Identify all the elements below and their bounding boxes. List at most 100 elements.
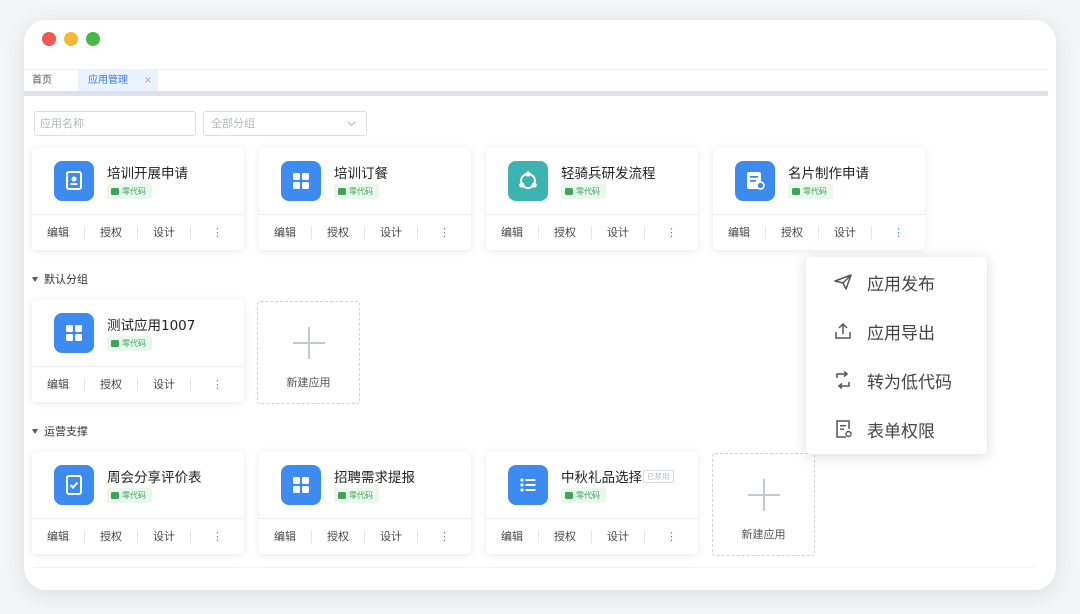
- badge-icon: [792, 187, 800, 195]
- badge-label: 零代码: [122, 491, 146, 500]
- more-menu-icon[interactable]: ⋮: [645, 530, 698, 543]
- authorize-button[interactable]: 授权: [312, 530, 365, 543]
- more-menu-icon[interactable]: ⋮: [645, 226, 698, 239]
- list-icon: [508, 465, 548, 505]
- more-menu-icon[interactable]: ⋮: [418, 530, 471, 543]
- edit-button[interactable]: 编辑: [486, 530, 539, 543]
- app-card[interactable]: 招聘需求提报 零代码 编辑 授权 设计 ⋮: [259, 452, 471, 554]
- badge-icon: [565, 187, 573, 195]
- group-header-default[interactable]: 默认分组: [32, 271, 88, 287]
- edit-button[interactable]: 编辑: [32, 530, 85, 543]
- more-menu-icon[interactable]: ⋮: [191, 226, 244, 239]
- more-actions-menu: 应用发布 应用导出 转为低代码 表单权限: [806, 257, 987, 454]
- zero-code-badge: 零代码: [561, 488, 606, 503]
- tab-app-management-label: 应用管理: [88, 75, 128, 86]
- menu-item-export[interactable]: 应用导出: [806, 316, 987, 346]
- window-controls: [42, 32, 100, 46]
- badge-icon: [565, 491, 573, 499]
- design-button[interactable]: 设计: [592, 530, 645, 543]
- menu-item-label: 表单权限: [867, 421, 935, 442]
- minimize-window-button[interactable]: [64, 32, 78, 46]
- card-actions: 编辑 授权 设计 ⋮: [486, 518, 698, 554]
- app-title: 中秋礼品选择: [561, 470, 642, 486]
- menu-item-label: 应用导出: [867, 323, 935, 344]
- app-title: 培训订餐: [334, 166, 388, 182]
- app-card[interactable]: 名片制作申请 零代码 编辑 授权 设计 ⋮: [713, 148, 925, 250]
- authorize-button[interactable]: 授权: [312, 226, 365, 239]
- app-name-search-input[interactable]: 应用名称: [34, 111, 196, 136]
- menu-item-label: 应用发布: [867, 274, 935, 295]
- edit-button[interactable]: 编辑: [259, 226, 312, 239]
- group-header-ops[interactable]: 运营支撑: [32, 423, 88, 439]
- more-menu-icon[interactable]: ⋮: [872, 226, 925, 239]
- design-button[interactable]: 设计: [138, 530, 191, 543]
- app-card[interactable]: 培训订餐 零代码 编辑 授权 设计 ⋮: [259, 148, 471, 250]
- card-actions: 编辑 授权 设计 ⋮: [486, 214, 698, 250]
- badge-label: 零代码: [803, 187, 827, 196]
- app-title: 轻骑兵研发流程: [561, 166, 656, 182]
- app-card[interactable]: 中秋礼品选择 已禁用 零代码 编辑 授权 设计 ⋮: [486, 452, 698, 554]
- zero-code-badge: 零代码: [334, 488, 379, 503]
- app-title: 名片制作申请: [788, 166, 869, 182]
- zero-code-badge: 零代码: [788, 184, 833, 199]
- authorize-button[interactable]: 授权: [85, 530, 138, 543]
- new-app-label: 新建应用: [741, 528, 786, 541]
- more-menu-icon[interactable]: ⋮: [191, 378, 244, 391]
- menu-item-publish[interactable]: 应用发布: [806, 267, 987, 297]
- group-label: 默认分组: [44, 273, 88, 286]
- badge-icon: [111, 187, 119, 195]
- maximize-window-button[interactable]: [86, 32, 100, 46]
- authorize-button[interactable]: 授权: [539, 226, 592, 239]
- caret-down-icon: [32, 429, 38, 434]
- edit-button[interactable]: 编辑: [32, 226, 85, 239]
- close-window-button[interactable]: [42, 32, 56, 46]
- app-title: 招聘需求提报: [334, 470, 415, 486]
- more-menu-icon[interactable]: ⋮: [418, 226, 471, 239]
- form-edit-icon: [735, 161, 775, 201]
- tab-app-management[interactable]: 应用管理 ×: [78, 70, 158, 93]
- card-actions: 编辑 授权 设计 ⋮: [32, 366, 244, 402]
- app-title: 周会分享评价表: [107, 470, 202, 486]
- menu-item-form-permission[interactable]: 表单权限: [806, 414, 987, 444]
- design-button[interactable]: 设计: [365, 530, 418, 543]
- design-button[interactable]: 设计: [138, 226, 191, 239]
- design-button[interactable]: 设计: [138, 378, 191, 391]
- badge-label: 零代码: [122, 187, 146, 196]
- design-button[interactable]: 设计: [819, 226, 872, 239]
- grid-apps-icon: [281, 465, 321, 505]
- edit-button[interactable]: 编辑: [32, 378, 85, 391]
- edit-button[interactable]: 编辑: [259, 530, 312, 543]
- badge-label: 零代码: [349, 187, 373, 196]
- badge-label: 零代码: [122, 339, 146, 348]
- app-card[interactable]: 培训开展申请 零代码 编辑 授权 设计 ⋮: [32, 148, 244, 250]
- design-button[interactable]: 设计: [365, 226, 418, 239]
- edit-button[interactable]: 编辑: [713, 226, 766, 239]
- badge-icon: [111, 491, 119, 499]
- badge-doc-icon: [54, 161, 94, 201]
- new-app-button[interactable]: 新建应用: [712, 453, 815, 556]
- plus-icon: [748, 479, 780, 511]
- menu-item-convert-lowcode[interactable]: 转为低代码: [806, 365, 987, 395]
- zero-code-badge: 零代码: [107, 488, 152, 503]
- tab-home[interactable]: 首页: [32, 70, 52, 93]
- app-card[interactable]: 测试应用1007 零代码 编辑 授权 设计 ⋮: [32, 300, 244, 402]
- menu-item-label: 转为低代码: [867, 372, 952, 393]
- design-button[interactable]: 设计: [592, 226, 645, 239]
- edit-button[interactable]: 编辑: [486, 226, 539, 239]
- authorize-button[interactable]: 授权: [539, 530, 592, 543]
- badge-icon: [338, 491, 346, 499]
- badge-label: 零代码: [576, 491, 600, 500]
- app-card[interactable]: 周会分享评价表 零代码 编辑 授权 设计 ⋮: [32, 452, 244, 554]
- new-app-button[interactable]: 新建应用: [257, 301, 360, 404]
- card-actions: 编辑 授权 设计 ⋮: [259, 518, 471, 554]
- app-title: 培训开展申请: [107, 166, 188, 182]
- authorize-button[interactable]: 授权: [766, 226, 819, 239]
- app-card[interactable]: 轻骑兵研发流程 零代码 编辑 授权 设计 ⋮: [486, 148, 698, 250]
- group-select[interactable]: 全部分组: [203, 111, 367, 136]
- authorize-button[interactable]: 授权: [85, 378, 138, 391]
- zero-code-badge: 零代码: [334, 184, 379, 199]
- tab-close-icon[interactable]: ×: [144, 70, 152, 92]
- authorize-button[interactable]: 授权: [85, 226, 138, 239]
- badge-icon: [338, 187, 346, 195]
- more-menu-icon[interactable]: ⋮: [191, 530, 244, 543]
